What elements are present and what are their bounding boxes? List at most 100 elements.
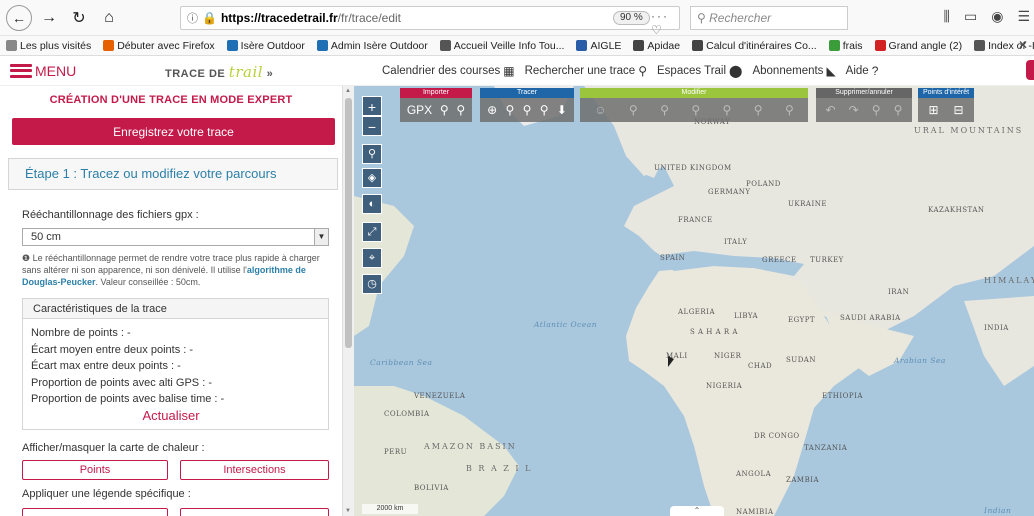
nav-item[interactable]: Aide? <box>846 64 879 78</box>
bookmark-item[interactable]: frais <box>828 39 863 52</box>
page-actions-icon[interactable]: ··· ♡ <box>651 9 679 37</box>
map-label: LIBYA <box>734 312 759 320</box>
map-label: TANZANIA <box>804 444 848 452</box>
bookmark-item[interactable]: Débuter avec Firefox <box>103 40 215 52</box>
toolbar-tool-icon[interactable]: ⚲ <box>754 103 763 117</box>
scroll-thumb[interactable] <box>345 98 352 348</box>
toolbar-tool-icon[interactable]: ⚲ <box>691 103 700 117</box>
zoom-in-button[interactable]: + <box>362 96 382 116</box>
site-header: MENU TRACE DE trail » Calendrier des cou… <box>0 56 1034 86</box>
bookmark-item[interactable]: AIGLE <box>576 40 621 52</box>
user-icon[interactable] <box>1026 60 1034 80</box>
library-icon[interactable]: ⫼ <box>944 8 950 25</box>
chevron-down-icon[interactable]: ▼ <box>314 229 328 245</box>
toolbar-tool-icon[interactable]: ⚲ <box>629 103 638 117</box>
nav-item[interactable]: Rechercher une trace ⚲ <box>525 64 647 78</box>
zoom-level[interactable]: 90 % <box>613 11 650 25</box>
toolbar-tool-icon[interactable]: ⚲ <box>523 103 532 117</box>
map-search-icon[interactable]: ⚲ <box>362 144 382 164</box>
toolbar-group: Points d'intérêt ⊞ ⊟ <box>918 88 974 122</box>
bookmark-item[interactable]: Accueil Veille Info Tou... <box>439 40 564 52</box>
nav-item[interactable]: Espaces Trail ⬤ <box>657 64 742 78</box>
toolbar-group-title: Tracer <box>480 88 574 98</box>
toolbar-tool-icon[interactable]: ↷ <box>849 103 859 117</box>
toolbar-tool-icon[interactable]: ⚲ <box>456 103 465 117</box>
toolbar-tool-icon[interactable]: ⚲ <box>723 103 732 117</box>
map-view[interactable]: NORWAY UNITED KINGDOM POLAND GERMANY UKRAINE… <box>354 86 1034 516</box>
back-icon[interactable]: ← <box>6 4 32 31</box>
url-bar[interactable]: ⓘ 🔒 https://tracedetrail.fr/fr/trace/edi… <box>180 6 680 37</box>
stats-title: Caractéristiques de la trace <box>23 299 328 319</box>
reload-icon[interactable]: ↻ <box>66 5 92 31</box>
scroll-up-icon[interactable]: ▲ <box>345 88 351 94</box>
map-label: ITALY <box>724 238 748 246</box>
toolbar-group-title: Modifier <box>580 88 808 98</box>
map-label: EGYPT <box>788 316 816 324</box>
nav-item-label: Abonnements <box>752 65 824 77</box>
fullscreen-icon[interactable]: ⤢ <box>362 222 382 242</box>
legend-option-button-2[interactable] <box>180 508 329 516</box>
toolbar-tool-icon[interactable]: ⊕ <box>487 103 497 117</box>
bookmark-item[interactable]: Isère Outdoor <box>226 39 305 52</box>
layers-icon[interactable]: ◈ <box>362 168 382 188</box>
toolbar-tool-icon[interactable]: ↶ <box>826 103 836 117</box>
toolbar-tool-icon[interactable]: ☺ <box>594 103 606 117</box>
map-label: COLOMBIA <box>384 410 430 418</box>
map-label: S A H A R A <box>690 328 738 336</box>
stat-row: Proportion de points avec alti GPS : - <box>31 376 212 389</box>
toolbar-tool-icon[interactable]: ⚲ <box>872 103 881 117</box>
toolbar-tool-icon[interactable]: ⚲ <box>785 103 794 117</box>
map-label: UNITED KINGDOM <box>654 164 732 172</box>
extension-icon[interactable]: ◉ <box>991 8 1003 25</box>
toolbar-tool-icon[interactable]: ⚲ <box>506 103 515 117</box>
step-header[interactable]: Étape 1 : Tracez ou modifiez votre parco… <box>8 158 338 190</box>
calendar-icon: ▦ <box>503 64 515 78</box>
globe-icon[interactable]: ◐ <box>362 194 382 214</box>
zoom-out-button[interactable]: − <box>362 116 382 136</box>
menu-button[interactable]: MENU <box>10 63 76 79</box>
refresh-link[interactable]: Actualiser <box>0 408 342 423</box>
toolbar-tool-icon[interactable]: ⚲ <box>440 103 449 117</box>
bookmark-icon <box>874 40 886 51</box>
home-icon[interactable]: ⌂ <box>96 5 122 31</box>
panel-scrollbar[interactable]: ▲ ▼ <box>342 86 354 516</box>
scroll-down-icon[interactable]: ▼ <box>345 508 351 514</box>
toolbar-tool-icon[interactable]: GPX <box>407 103 432 117</box>
browser-right-icons: ⫼ ▭ ◉ ☰ <box>944 8 1030 25</box>
toolbar-tool-icon[interactable]: ⚲ <box>894 103 903 117</box>
overflow-menu-icon[interactable]: ☰ <box>1017 8 1030 25</box>
locate-icon[interactable]: ⌖ <box>362 248 382 268</box>
sidebar-icon[interactable]: ▭ <box>964 8 977 25</box>
close-icon[interactable]: ✕ <box>1018 38 1028 52</box>
site-logo[interactable]: TRACE DE trail » <box>165 63 273 81</box>
chevron-up-icon[interactable]: ⌃ <box>670 506 724 516</box>
toolbar-tool-icon[interactable]: ⚲ <box>660 103 669 117</box>
bookmark-label: Isère Outdoor <box>240 39 305 52</box>
bookmark-label: frais <box>842 39 863 52</box>
bookmark-item[interactable]: Grand angle (2) <box>874 40 962 52</box>
intersections-button[interactable]: Intersections <box>180 460 329 480</box>
nav-item[interactable]: Abonnements ◣ <box>752 64 835 78</box>
info-icon[interactable]: ⓘ <box>187 10 198 26</box>
legend-option-button-1[interactable] <box>22 508 168 516</box>
scale-bar: 2000 km <box>362 504 418 514</box>
resample-select[interactable]: 50 cm ▼ <box>22 228 329 246</box>
points-button[interactable]: Points <box>22 460 168 480</box>
forward-icon[interactable]: → <box>36 5 62 31</box>
toolbar-group-tools: ↶ ↷ ⚲ ⚲ <box>816 98 912 122</box>
bookmark-icon <box>6 40 17 51</box>
map-label: BOLIVIA <box>414 484 449 492</box>
clock-icon[interactable]: ◷ <box>362 274 382 294</box>
toolbar-tool-icon[interactable]: ⊟ <box>953 103 963 117</box>
map-label: UKRAINE <box>788 200 827 208</box>
nav-item[interactable]: Calendrier des courses ▦ <box>382 64 515 78</box>
toolbar-tool-icon[interactable]: ⚲ <box>540 103 549 117</box>
save-trace-button[interactable]: Enregistrez votre trace <box>12 118 335 145</box>
bookmark-item[interactable]: Apidae <box>633 40 680 52</box>
bookmark-item[interactable]: Calcul d'itinéraires Co... <box>692 40 817 52</box>
toolbar-tool-icon[interactable]: ⬇ <box>557 103 567 117</box>
browser-search-input[interactable]: ⚲ Rechercher <box>690 6 848 30</box>
bookmark-item[interactable]: Admin Isère Outdoor <box>316 40 428 52</box>
toolbar-tool-icon[interactable]: ⊞ <box>928 103 938 117</box>
bookmark-item[interactable]: Les plus visités <box>6 40 91 52</box>
